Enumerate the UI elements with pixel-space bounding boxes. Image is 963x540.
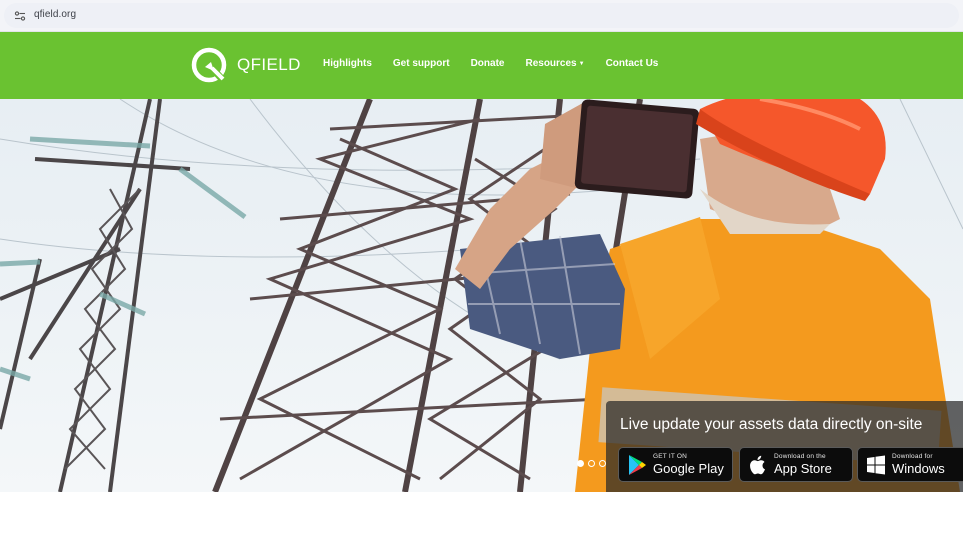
google-play-button[interactable]: GET IT ON Google Play	[618, 447, 733, 482]
app-download-panel: Live update your assets data directly on…	[606, 401, 963, 492]
windows-label: Windows	[892, 460, 945, 476]
page-content-area	[0, 492, 963, 540]
browser-address-bar: qfield.org	[0, 0, 963, 32]
nav-donate[interactable]: Donate	[471, 58, 505, 69]
app-store-small-text: Download on the	[774, 453, 826, 461]
nav-highlights[interactable]: Highlights	[323, 58, 372, 69]
carousel-indicators	[577, 460, 606, 467]
carousel-dot-1[interactable]	[577, 460, 584, 467]
windows-download-button[interactable]: Download for Windows	[857, 447, 963, 482]
nav-resources[interactable]: Resources ▼	[525, 58, 584, 69]
qfield-logo[interactable]: QFIELD	[190, 46, 301, 84]
nav-contact-us[interactable]: Contact Us	[606, 58, 659, 69]
apple-icon	[750, 455, 765, 474]
url-text: qfield.org	[34, 9, 77, 20]
url-field[interactable]: qfield.org	[4, 3, 959, 28]
site-header: QFIELD Highlights Get support Donate Res…	[0, 32, 963, 99]
carousel-dot-2[interactable]	[588, 460, 595, 467]
nav-get-support[interactable]: Get support	[393, 58, 450, 69]
hero-banner: Live update your assets data directly on…	[0, 99, 963, 492]
app-store-label: App Store	[774, 460, 832, 476]
logo-text: QFIELD	[237, 55, 301, 74]
google-play-small-text: GET IT ON	[653, 453, 688, 461]
windows-small-text: Download for	[892, 453, 933, 461]
hero-tagline: Live update your assets data directly on…	[620, 416, 923, 433]
chevron-down-icon: ▼	[578, 60, 585, 67]
qfield-logo-icon	[191, 47, 227, 83]
app-store-button[interactable]: Download on the App Store	[739, 447, 853, 482]
main-nav: Highlights Get support Donate Resources ▼…	[323, 58, 679, 69]
nav-resources-label: Resources	[525, 58, 577, 69]
google-play-icon	[629, 454, 646, 475]
windows-icon	[867, 455, 885, 474]
carousel-dot-3[interactable]	[599, 460, 606, 467]
google-play-label: Google Play	[653, 460, 724, 476]
site-settings-icon[interactable]	[14, 10, 26, 22]
